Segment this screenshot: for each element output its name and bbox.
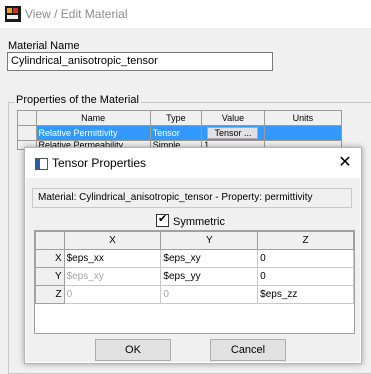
properties-group-label: Properties of the Material [14, 94, 141, 106]
material-property-info: Material: Cylindrical_anisotropic_tensor… [32, 188, 352, 208]
window-titlebar: View / Edit Material [0, 0, 371, 28]
dialog-body: Material: Cylindrical_anisotropic_tensor… [26, 178, 360, 362]
ok-button[interactable]: OK [95, 339, 171, 361]
tensor-cell-yx: $eps_xy [63, 267, 162, 286]
corner-header [17, 110, 37, 126]
table-row: Y $eps_xy $eps_yy 0 [35, 267, 354, 286]
property-type-cell[interactable]: Tensor [149, 125, 203, 141]
tensor-cell-yz[interactable]: 0 [257, 267, 354, 286]
column-header-value[interactable]: Value [201, 110, 265, 126]
tensor-cell-zx: 0 [63, 285, 162, 304]
symmetric-checkbox[interactable]: ✔ [156, 213, 169, 227]
tensor-cell-xx[interactable]: $eps_xx [63, 249, 162, 268]
tensor-cell-yy[interactable]: $eps_yy [160, 267, 259, 286]
tensor-cell-zy: 0 [160, 285, 259, 304]
column-header-units[interactable]: Units [263, 110, 343, 126]
material-name-input[interactable]: Cylindrical_anisotropic_tensor [7, 52, 273, 71]
cancel-button[interactable]: Cancel [210, 339, 286, 361]
checkmark-icon: ✔ [158, 213, 168, 225]
tensor-cell-xz[interactable]: 0 [257, 249, 354, 268]
dialog-title: Tensor Properties [52, 156, 147, 170]
row-header-y: Y [35, 267, 65, 286]
table-row: Z 0 0 $eps_zz [35, 285, 354, 304]
table-row: X $eps_xx $eps_xy 0 [35, 249, 354, 268]
column-header-y: Y [160, 231, 259, 250]
property-units-cell[interactable] [263, 125, 343, 141]
column-header-type[interactable]: Type [149, 110, 203, 126]
column-header-name[interactable]: Name [35, 110, 151, 126]
material-name-label: Material Name [8, 40, 80, 52]
symmetric-label: Symmetric [173, 216, 225, 228]
row-header-z: Z [35, 285, 65, 304]
column-header-z: Z [257, 231, 354, 250]
app-logo-icon [5, 6, 21, 22]
edit-tensor-button[interactable]: Tensor ... [207, 127, 259, 139]
dialog-titlebar: Tensor Properties ✕ [25, 148, 361, 178]
tensor-cell-zz[interactable]: $eps_zz [257, 285, 354, 304]
grid-corner-header [35, 231, 65, 250]
symmetric-checkbox-row[interactable]: ✔ Symmetric [156, 213, 225, 228]
tensor-cell-xy[interactable]: $eps_xy [160, 249, 259, 268]
row-header-x: X [35, 249, 65, 268]
close-icon[interactable]: ✕ [331, 150, 359, 176]
tensor-grid: X Y Z X $eps_xx $eps_xy 0 Y $eps_xy $eps… [34, 230, 355, 334]
tensor-properties-dialog: Tensor Properties ✕ Material: Cylindrica… [24, 147, 362, 364]
column-header-x: X [63, 231, 162, 250]
property-name-cell[interactable]: Relative Permittivity [35, 125, 151, 141]
dialog-window-icon [35, 158, 48, 170]
properties-table: Name Type Value Units Relative Permittiv… [17, 110, 343, 150]
table-row[interactable]: Relative Permittivity Tensor Tensor ... [17, 125, 343, 141]
row-selector[interactable] [17, 125, 37, 141]
window-title: View / Edit Material [25, 7, 128, 21]
property-value-cell[interactable]: Tensor ... [201, 125, 265, 141]
